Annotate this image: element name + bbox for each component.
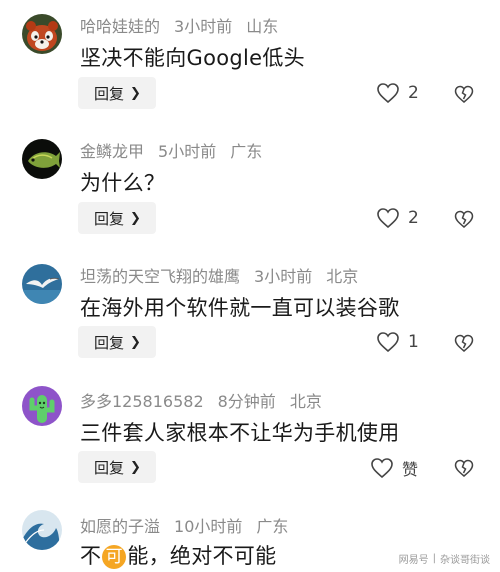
like-count: 2 (408, 208, 419, 228)
heart-icon (377, 83, 399, 104)
chevron-right-icon: ❯ (130, 334, 141, 350)
broken-heart-icon[interactable] (454, 458, 474, 478)
timestamp: 5小时前 (158, 142, 217, 161)
username[interactable]: 金鳞龙甲 (80, 142, 144, 161)
location: 北京 (326, 267, 359, 286)
reply-label: 回复 (94, 209, 125, 228)
arowana-fish-avatar[interactable] (22, 139, 62, 179)
watermark: 网易号 | 杂谈哥街谈 (399, 551, 490, 566)
comment-item: 多多125816582 8分钟前 北京 三件套人家根本不让华为手机使用 回复 ❯ 赞 (0, 375, 500, 500)
location: 广东 (256, 517, 289, 536)
comment-meta: 如愿的子溢 10小时前 广东 (80, 513, 302, 537)
chevron-right-icon: ❯ (130, 210, 141, 226)
like-button[interactable]: 赞 (370, 456, 418, 480)
reply-label: 回复 (94, 458, 125, 477)
timestamp: 3小时前 (174, 17, 233, 36)
comment-item: 哈哈娃娃的 3小时前 山东 坚决不能向Google低头 回复 ❯ 2 (0, 0, 500, 125)
comment-text: 为什么？ (80, 171, 166, 195)
username[interactable]: 哈哈娃娃的 (80, 17, 160, 36)
comment-text: 坚决不能向Google低头 (80, 46, 305, 70)
comment-item: 金鳞龙甲 5小时前 广东 为什么？ 回复 ❯ 2 (0, 125, 500, 250)
comment-meta: 坦荡的天空飞翔的雄鹰 3小时前 北京 (80, 263, 372, 287)
broken-heart-icon[interactable] (454, 84, 474, 104)
reply-label: 回复 (94, 84, 125, 103)
like-count: 1 (408, 332, 419, 352)
cactus-avatar[interactable] (22, 386, 62, 426)
comment-meta: 多多125816582 8分钟前 北京 (80, 388, 336, 412)
heart-icon (371, 458, 393, 479)
username[interactable]: 多多125816582 (80, 392, 204, 411)
wave-avatar[interactable] (22, 510, 62, 550)
chevron-right-icon: ❯ (130, 459, 141, 475)
timestamp: 3小时前 (254, 267, 313, 286)
username[interactable]: 如愿的子溢 (80, 517, 160, 536)
heart-icon (377, 332, 399, 353)
location: 山东 (246, 17, 279, 36)
like-count: 赞 (402, 460, 419, 479)
reply-button[interactable]: 回复 ❯ (78, 77, 156, 109)
like-button[interactable]: 1 (376, 331, 419, 353)
comment-text: 不可能，绝对不可能 (80, 540, 276, 570)
comment-meta: 哈哈娃娃的 3小时前 山东 (80, 13, 292, 37)
username[interactable]: 坦荡的天空飞翔的雄鹰 (80, 267, 240, 286)
comment-text: 在海外用个软件就一直可以装谷歌 (80, 296, 400, 320)
location: 北京 (289, 392, 322, 411)
comment-item: 坦荡的天空飞翔的雄鹰 3小时前 北京 在海外用个软件就一直可以装谷歌 回复 ❯ 1 (0, 250, 500, 375)
broken-heart-icon[interactable] (454, 209, 474, 229)
highlight-badge: 可 (102, 545, 127, 569)
reply-button[interactable]: 回复 ❯ (78, 451, 156, 483)
heart-icon (377, 208, 399, 229)
timestamp: 10小时前 (174, 517, 243, 536)
seagull-avatar[interactable] (22, 264, 62, 304)
comment-meta: 金鳞龙甲 5小时前 广东 (80, 138, 276, 162)
watermark-author: 杂谈哥街谈 (440, 555, 490, 566)
reply-label: 回复 (94, 333, 125, 352)
like-count: 2 (408, 83, 419, 103)
location: 广东 (230, 142, 263, 161)
reply-button[interactable]: 回复 ❯ (78, 326, 156, 358)
like-button[interactable]: 2 (376, 207, 419, 229)
timestamp: 8分钟前 (217, 392, 276, 411)
chevron-right-icon: ❯ (130, 85, 141, 101)
red-panda-avatar[interactable] (22, 14, 62, 54)
watermark-source: 网易号 (398, 555, 429, 566)
broken-heart-icon[interactable] (454, 333, 474, 353)
comment-text-part: 能，绝对不可能 (127, 544, 277, 568)
reply-button[interactable]: 回复 ❯ (78, 202, 156, 234)
watermark-divider: | (432, 553, 436, 564)
like-button[interactable]: 2 (376, 82, 419, 104)
comment-text: 三件套人家根本不让华为手机使用 (80, 421, 400, 445)
comment-text-part: 不 (80, 544, 102, 568)
